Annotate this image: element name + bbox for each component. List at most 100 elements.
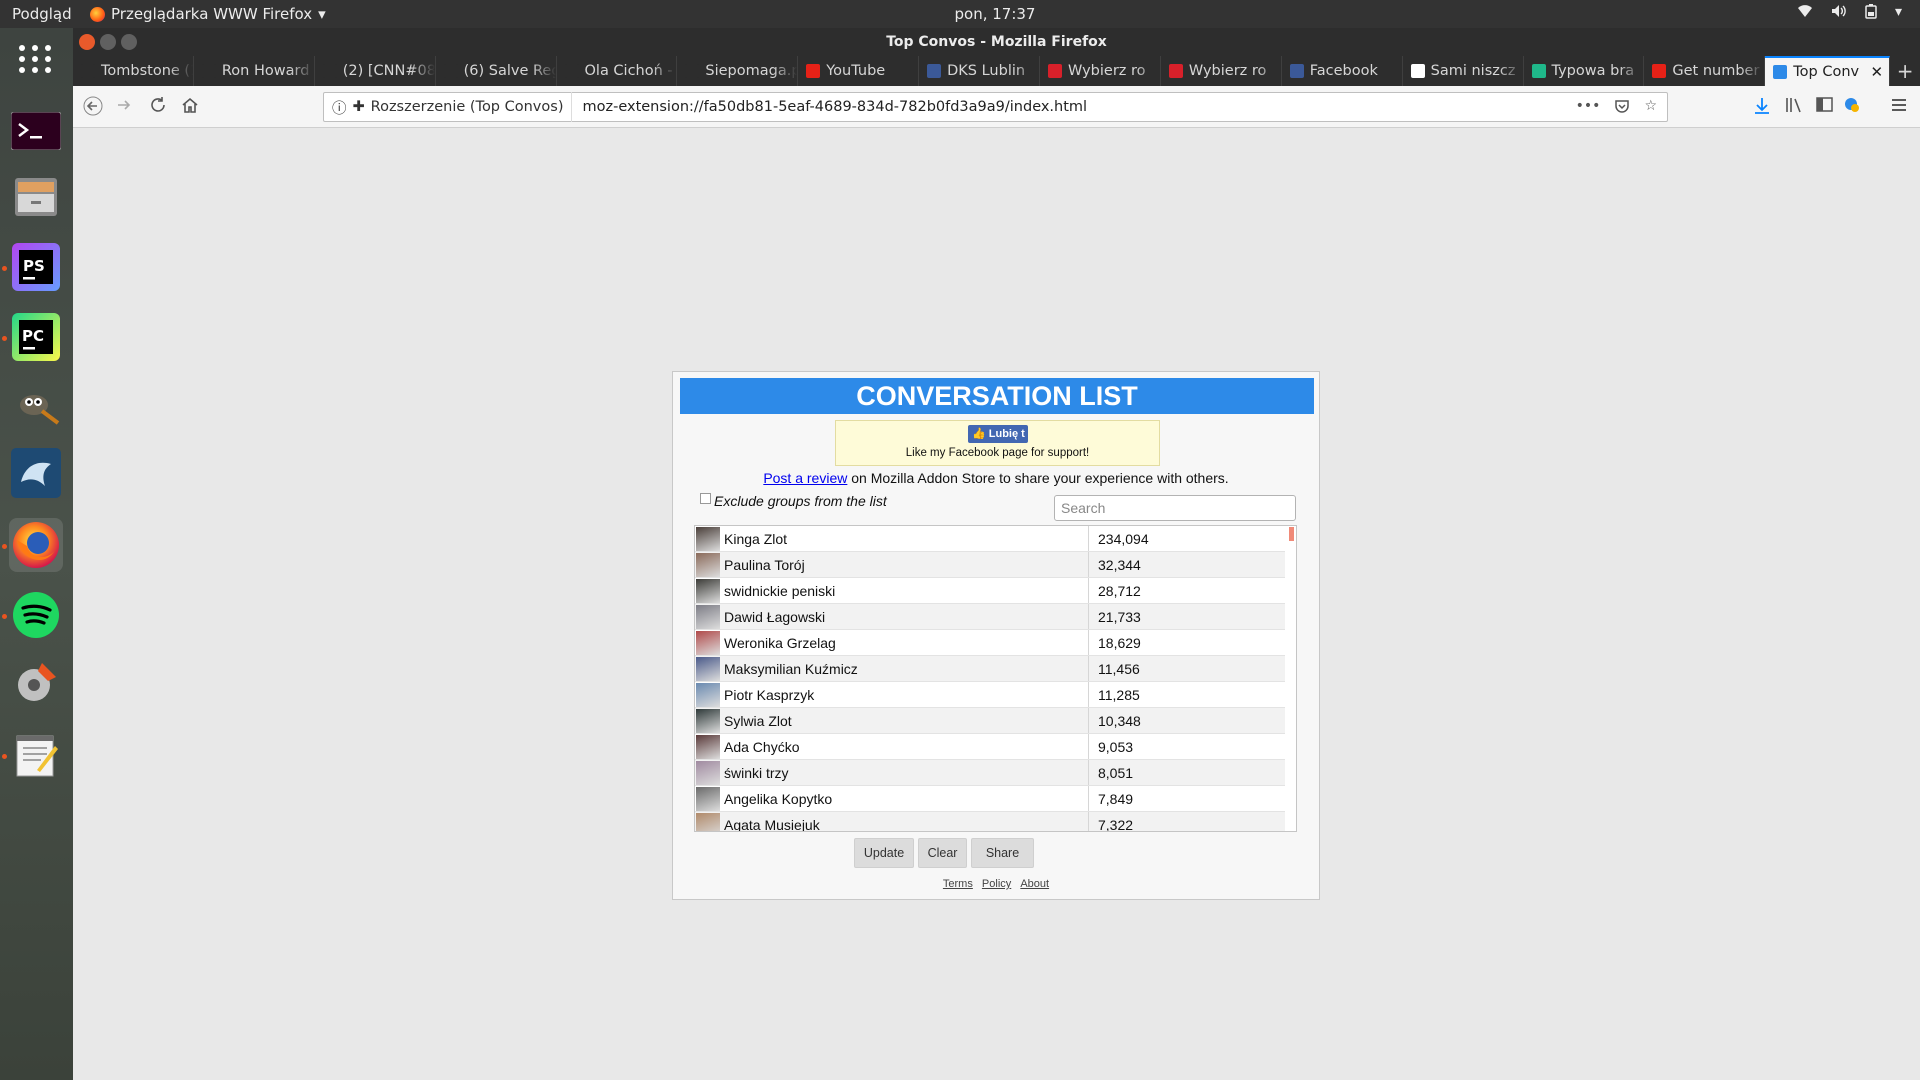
dock-mysql-workbench[interactable] bbox=[9, 446, 63, 500]
tab[interactable]: Wybierz ro bbox=[1161, 56, 1282, 86]
top-convos-extension-icon[interactable] bbox=[1844, 97, 1860, 117]
url-text[interactable]: moz-extension://fa50db81-5eaf-4689-834d-… bbox=[572, 99, 1087, 115]
table-row[interactable]: Agata Musiejuk 7,322 bbox=[695, 812, 1285, 831]
forward-button[interactable] bbox=[115, 96, 133, 119]
show-applications-button[interactable] bbox=[9, 32, 63, 86]
new-tab-button[interactable]: + bbox=[1890, 56, 1920, 86]
table-row[interactable]: Ada Chyćko 9,053 bbox=[695, 734, 1285, 760]
dock-pycharm[interactable]: PC bbox=[9, 310, 63, 364]
dock-terminal[interactable] bbox=[9, 104, 63, 158]
dock-phpstorm[interactable]: PS bbox=[9, 240, 63, 294]
exclude-groups-checkbox[interactable] bbox=[700, 492, 711, 504]
search-input[interactable]: Search bbox=[1054, 495, 1296, 521]
table-row[interactable]: Dawid Łagowski 21,733 bbox=[695, 604, 1285, 630]
clear-button[interactable]: Clear bbox=[918, 838, 967, 868]
pycharm-icon: PC bbox=[12, 313, 60, 361]
table-row[interactable]: Paulina Torój 32,344 bbox=[695, 552, 1285, 578]
dock-gimp[interactable] bbox=[9, 378, 63, 432]
tab[interactable]: YouTube bbox=[798, 56, 920, 86]
close-window-button[interactable] bbox=[79, 34, 95, 50]
contact-name: Maksymilian Kuźmicz bbox=[724, 656, 1089, 681]
url-bar[interactable]: ⓘ ✚ Rozszerzenie (Top Convos) moz-extens… bbox=[323, 92, 1668, 122]
message-count: 8,051 bbox=[1098, 765, 1134, 781]
minimize-window-button[interactable] bbox=[100, 34, 116, 50]
policy-link[interactable]: Policy bbox=[982, 878, 1011, 890]
tab-label: Top Conv bbox=[1793, 64, 1860, 80]
dock-settings[interactable] bbox=[9, 656, 63, 710]
message-count: 9,053 bbox=[1098, 739, 1134, 755]
thumbs-up-icon: 👍 bbox=[972, 428, 986, 440]
tab[interactable]: Siepomaga.pl bbox=[677, 56, 799, 86]
text-editor-icon bbox=[16, 735, 58, 777]
clock[interactable]: pon, 17:37 bbox=[0, 5, 1920, 23]
tab[interactable]: Wybierz ro bbox=[1040, 56, 1161, 86]
conversation-list[interactable]: Kinga Zlot 234,094 Paulina Torój 32,344 sw… bbox=[694, 525, 1297, 832]
tab[interactable]: Tombstone (19 bbox=[73, 56, 194, 86]
table-row[interactable]: Weronika Grzelag 18,629 bbox=[695, 630, 1285, 656]
tab[interactable]: Ola Cichoń - zb bbox=[557, 56, 678, 86]
message-count: 7,849 bbox=[1098, 791, 1134, 807]
home-button[interactable] bbox=[181, 96, 199, 119]
back-button[interactable] bbox=[83, 96, 103, 121]
scrollbar-thumb[interactable] bbox=[1289, 527, 1294, 541]
contact-name: Piotr Kasprzyk bbox=[724, 682, 1089, 707]
tab[interactable]: (6) Salve Regin bbox=[436, 56, 557, 86]
table-row[interactable]: Piotr Kasprzyk 11,285 bbox=[695, 682, 1285, 708]
system-tray[interactable]: ▾ bbox=[1797, 4, 1902, 23]
downloads-icon[interactable] bbox=[1754, 97, 1770, 119]
library-icon[interactable] bbox=[1785, 97, 1803, 117]
maximize-window-button[interactable] bbox=[121, 34, 137, 50]
facebook-icon bbox=[927, 64, 942, 78]
dock-files[interactable] bbox=[9, 170, 63, 224]
table-row[interactable]: Angelika Kopytko 7,849 bbox=[695, 786, 1285, 812]
post-review-link[interactable]: Post a review bbox=[763, 470, 847, 486]
like-button-label: Lubię t bbox=[988, 428, 1025, 440]
about-link[interactable]: About bbox=[1020, 878, 1049, 890]
chevron-down-icon[interactable]: ▾ bbox=[1895, 4, 1902, 23]
window-controls bbox=[79, 34, 137, 50]
site-identity[interactable]: ⓘ ✚ Rozszerzenie (Top Convos) bbox=[324, 92, 573, 122]
tab[interactable]: Ron Howard Te bbox=[194, 56, 315, 86]
tab-selected[interactable]: Top Conv ✕ bbox=[1765, 56, 1891, 86]
close-tab-icon[interactable]: ✕ bbox=[1871, 63, 1884, 81]
sidebar-icon[interactable] bbox=[1816, 97, 1833, 116]
tab[interactable]: Sami niszcz bbox=[1403, 56, 1524, 86]
table-row[interactable]: świnki trzy 8,051 bbox=[695, 760, 1285, 786]
avatar bbox=[696, 683, 720, 707]
tab[interactable]: Get number bbox=[1644, 56, 1766, 86]
dock-spotify[interactable] bbox=[9, 588, 63, 642]
wifi-icon[interactable] bbox=[1797, 4, 1813, 23]
more-actions-icon[interactable]: ••• bbox=[1576, 98, 1601, 118]
exclude-groups-label: Exclude groups from the list bbox=[714, 493, 887, 509]
exclude-groups-option[interactable]: Exclude groups from the list bbox=[700, 492, 887, 509]
pocket-icon[interactable] bbox=[1614, 98, 1630, 118]
facebook-like-button[interactable]: 👍 Lubię t bbox=[968, 425, 1028, 443]
hamburger-menu-icon[interactable] bbox=[1891, 97, 1907, 116]
scrollbar[interactable] bbox=[1288, 526, 1294, 831]
puzzle-icon: ✚ bbox=[352, 99, 365, 115]
battery-icon[interactable] bbox=[1865, 4, 1877, 23]
spotify-icon bbox=[13, 592, 59, 638]
volume-icon[interactable] bbox=[1831, 4, 1847, 23]
tab[interactable]: Facebook bbox=[1282, 56, 1403, 86]
tab[interactable]: (2) [CNN#081] bbox=[315, 56, 436, 86]
tab[interactable]: DKS Lublin bbox=[919, 56, 1040, 86]
reload-button[interactable] bbox=[149, 96, 167, 119]
system-top-bar: Podgląd Przeglądarka WWW Firefox ▾ pon, … bbox=[0, 0, 1920, 28]
bookmark-star-icon[interactable]: ☆ bbox=[1644, 98, 1657, 118]
youtube-icon bbox=[1652, 64, 1667, 78]
share-button[interactable]: Share bbox=[971, 838, 1034, 868]
dock-firefox[interactable] bbox=[9, 518, 63, 572]
table-row[interactable]: Kinga Zlot 234,094 bbox=[695, 526, 1285, 552]
tab[interactable]: Typowa bra bbox=[1524, 56, 1645, 86]
update-button[interactable]: Update bbox=[854, 838, 914, 868]
table-row[interactable]: swidnickie peniski 28,712 bbox=[695, 578, 1285, 604]
avatar bbox=[696, 631, 720, 655]
table-row[interactable]: Sylwia Zlot 10,348 bbox=[695, 708, 1285, 734]
window-titlebar: Top Convos - Mozilla Firefox bbox=[73, 28, 1920, 56]
terms-link[interactable]: Terms bbox=[943, 878, 973, 890]
dock-text-editor[interactable] bbox=[9, 728, 63, 782]
table-row[interactable]: Maksymilian Kuźmicz 11,456 bbox=[695, 656, 1285, 682]
review-prompt-text: on Mozilla Addon Store to share your exp… bbox=[847, 470, 1229, 486]
page-actions: ••• ☆ bbox=[1576, 98, 1657, 118]
